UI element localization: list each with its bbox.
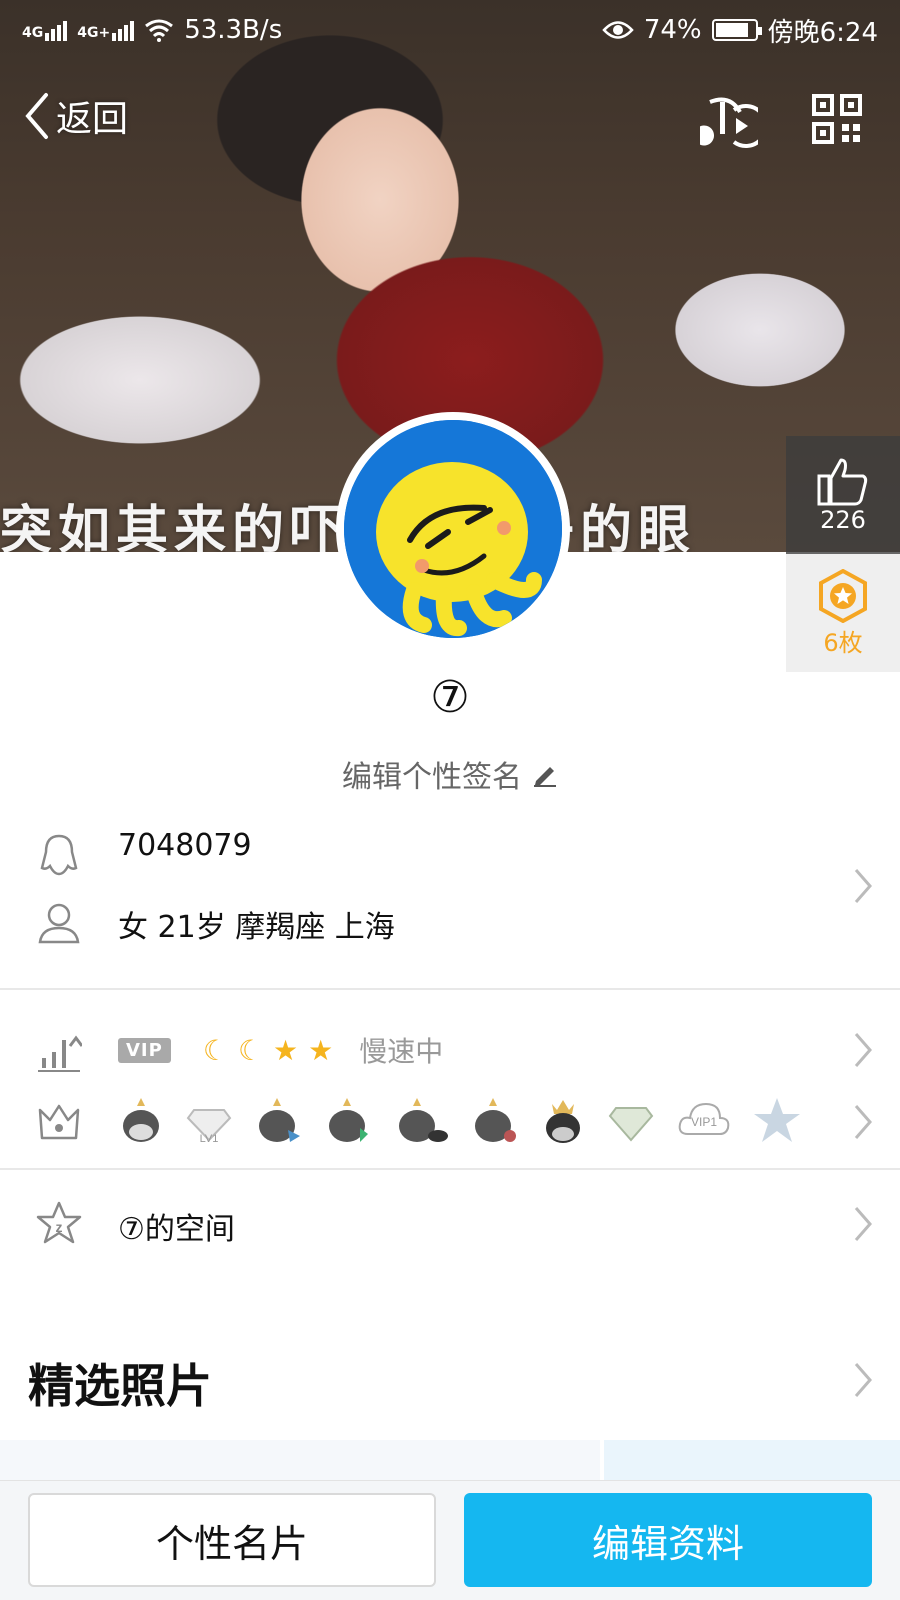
avatar-image (344, 420, 562, 638)
badge-count: 6枚 (823, 628, 863, 657)
back-label: 返回 (56, 99, 129, 140)
chevron-right-icon (854, 869, 872, 903)
qzone-star-icon: z (36, 1201, 82, 1244)
star-icon: ★ (273, 1033, 299, 1067)
signal-icon: 4G (22, 19, 68, 41)
thumbs-up-icon (817, 458, 868, 506)
edit-profile-button[interactable]: 编辑资料 (464, 1493, 872, 1587)
profile-info-row[interactable]: 7048079 女 21岁 摩羯座 上海 (0, 820, 900, 970)
photo-thumbnail[interactable] (0, 1440, 600, 1480)
qzone-label: ⑦的空间 (118, 1212, 235, 1247)
music-play-icon[interactable] (700, 92, 758, 150)
penguin-medal-icon[interactable] (254, 1094, 304, 1146)
penguin-medal-icon[interactable] (470, 1094, 520, 1146)
person-icon (38, 903, 80, 944)
battery-icon (711, 19, 762, 41)
svg-text:VIP1: VIP1 (691, 1115, 717, 1129)
photo-thumbnail[interactable] (604, 1440, 900, 1480)
chevron-right-icon (854, 1207, 872, 1241)
avatar[interactable] (336, 412, 570, 646)
eye-icon (602, 21, 634, 39)
vip1-cloud-icon[interactable]: VIP1 (676, 1094, 732, 1146)
badge-button[interactable]: 6枚 (786, 554, 900, 672)
level-info: VIP ☾ ☾ ★ ★ 慢速中 (118, 1030, 443, 1070)
battery-percent: 74% (643, 15, 702, 45)
qzone-row[interactable]: z ⑦的空间 (0, 1196, 900, 1252)
medals-row[interactable]: LV1 VIP1 (0, 1090, 900, 1154)
like-count: 226 (820, 506, 866, 534)
photo-strip (0, 1440, 900, 1480)
like-button[interactable]: 226 (786, 436, 900, 554)
network-type-1: 4G (22, 25, 44, 41)
crowned-penguin-icon[interactable] (540, 1094, 586, 1146)
network-speed: 53.3B/s (184, 15, 283, 45)
level-chart-icon (38, 1035, 82, 1072)
medal-list: LV1 VIP1 (118, 1094, 802, 1146)
clock: 傍晚6:24 (767, 17, 878, 48)
star-icon: ★ (308, 1033, 334, 1067)
svg-text:LV1: LV1 (200, 1133, 219, 1145)
signal-icon-2: 4G+ (77, 19, 135, 41)
chevron-right-icon[interactable] (852, 1360, 874, 1400)
nickname: ⑦ (430, 672, 470, 723)
signature-label: 编辑个性签名 (342, 760, 522, 795)
level-status: 慢速中 (359, 1035, 444, 1068)
divider (0, 1168, 900, 1170)
qq-number: 7048079 (118, 828, 252, 863)
chevron-left-icon (25, 93, 48, 139)
diamond-lv1-icon[interactable]: LV1 (184, 1094, 234, 1146)
chevron-right-icon (854, 1033, 872, 1067)
status-left: 4G 4G+ 53.3B/s (22, 15, 282, 45)
penguin-medal-icon[interactable] (394, 1094, 450, 1146)
crown-icon (38, 1104, 80, 1140)
penguin-icon (40, 834, 78, 876)
vip-tag: VIP (118, 1037, 171, 1063)
featured-photos-title[interactable]: 精选照片 (28, 1350, 212, 1416)
penguin-medal-icon[interactable] (324, 1094, 374, 1146)
profile-card-button[interactable]: 个性名片 (28, 1493, 436, 1587)
back-button[interactable]: 返回 (22, 88, 128, 144)
qr-code-icon[interactable] (812, 94, 862, 144)
pencil-icon (534, 767, 556, 787)
penguin-medal-icon[interactable] (118, 1094, 164, 1146)
wifi-icon (145, 19, 174, 42)
network-type-2: 4G+ (77, 25, 111, 41)
star-medal-icon[interactable] (752, 1094, 802, 1146)
bottom-bar: 个性名片 编辑资料 (0, 1480, 900, 1600)
status-right: 74% 傍晚6:24 (602, 12, 878, 49)
chevron-right-icon (854, 1105, 872, 1139)
divider (0, 988, 900, 990)
edit-signature[interactable]: 编辑个性签名 (0, 752, 900, 796)
status-bar: 4G 4G+ 53.3B/s 74% 傍晚6:24 (0, 0, 900, 60)
moon-icon: ☾ (202, 1033, 228, 1067)
svg-text:z: z (56, 1219, 63, 1235)
profile-details: 女 21岁 摩羯座 上海 (118, 910, 395, 945)
moon-icon: ☾ (237, 1033, 264, 1067)
star-badge-icon (819, 568, 867, 623)
diamond-medal-icon[interactable] (606, 1094, 656, 1146)
level-row[interactable]: VIP ☾ ☾ ★ ★ 慢速中 (0, 1020, 900, 1080)
